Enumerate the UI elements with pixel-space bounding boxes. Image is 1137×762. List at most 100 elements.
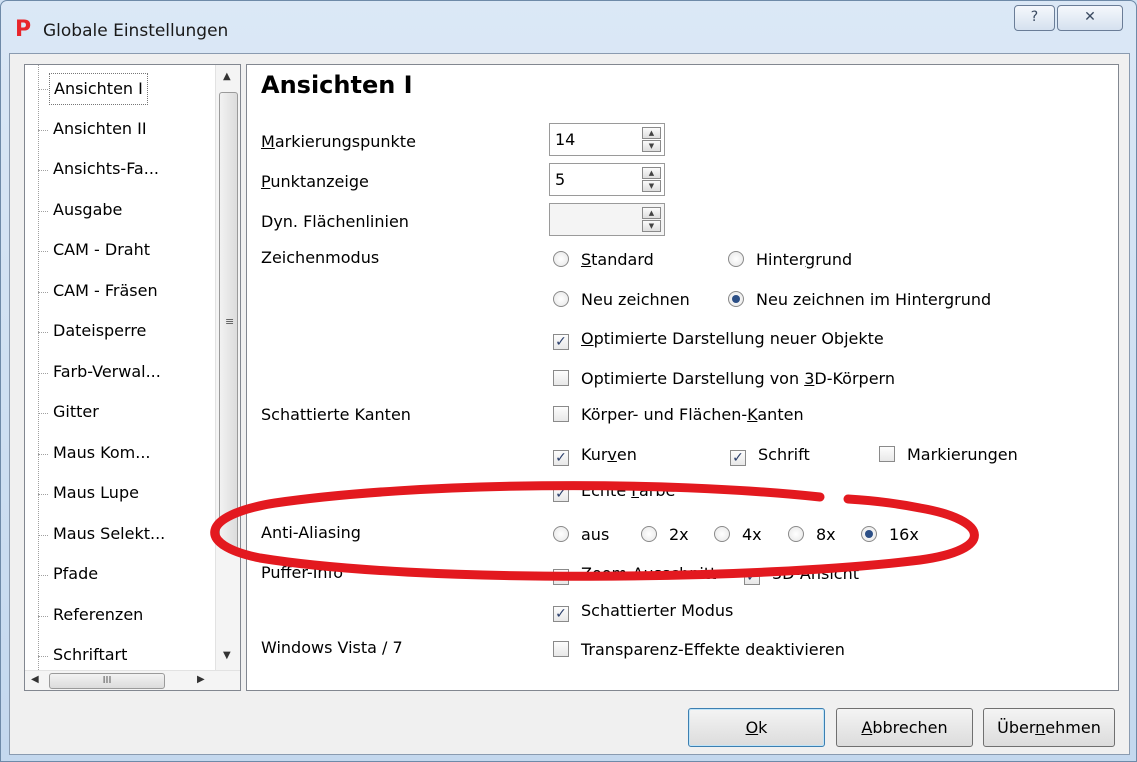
tree-guide-line bbox=[38, 210, 48, 212]
checkbox-zoom-ausschnitt[interactable]: ✓ Zoom-Ausschnitt bbox=[553, 564, 716, 585]
checkbox-icon[interactable] bbox=[553, 406, 569, 422]
markierungspunkte-value[interactable]: 14 bbox=[555, 130, 575, 149]
checkbox-optimierte-3d[interactable]: Optimierte Darstellung von 3D-Körpern bbox=[553, 369, 895, 388]
horizontal-scroll-thumb[interactable]: III bbox=[49, 673, 165, 689]
puffer-info-label: Puffer-Info bbox=[261, 563, 343, 582]
help-button[interactable]: ? bbox=[1014, 5, 1055, 31]
checkbox-echte-farbe[interactable]: ✓ Echte Farbe bbox=[553, 481, 675, 502]
app-logo-icon: P bbox=[15, 17, 32, 42]
punktanzeige-value[interactable]: 5 bbox=[555, 170, 565, 189]
radio-aa-16x[interactable]: 16x bbox=[861, 525, 919, 544]
tree-item[interactable]: Pfade bbox=[49, 559, 102, 591]
radio-selected-icon[interactable] bbox=[728, 291, 744, 307]
checkbox-checked-icon[interactable]: ✓ bbox=[553, 606, 569, 622]
tree-item[interactable]: Maus Selekt... bbox=[49, 519, 169, 551]
radio-icon[interactable] bbox=[728, 251, 744, 267]
checkbox-kurven[interactable]: ✓ Kurven bbox=[553, 445, 637, 466]
scroll-down-icon[interactable]: ▼ bbox=[223, 650, 231, 661]
anti-aliasing-label: Anti-Aliasing bbox=[261, 523, 361, 542]
tree-item[interactable]: Ansichten II bbox=[49, 114, 151, 146]
tree-vertical-scrollbar[interactable]: ▲ ≡ ▼ bbox=[215, 65, 240, 670]
apply-button[interactable]: Übernehmen bbox=[983, 708, 1115, 747]
spin-down-icon[interactable]: ▼ bbox=[642, 180, 661, 192]
radio-neu-zeichnen-hintergrund[interactable]: Neu zeichnen im Hintergrund bbox=[728, 290, 991, 309]
radio-aa-4x[interactable]: 4x bbox=[714, 525, 762, 544]
scroll-up-icon[interactable]: ▲ bbox=[223, 71, 231, 82]
radio-icon[interactable] bbox=[553, 251, 569, 267]
radio-neu-zeichnen[interactable]: Neu zeichnen bbox=[553, 290, 690, 309]
zeichenmodus-label: Zeichenmodus bbox=[261, 248, 380, 267]
checkbox-icon[interactable] bbox=[553, 641, 569, 657]
radio-icon[interactable] bbox=[714, 526, 730, 542]
ok-button[interactable]: Ok bbox=[688, 708, 825, 747]
tree-guide-line bbox=[38, 251, 48, 252]
tree-horizontal-scrollbar[interactable]: ◀ III ▶ bbox=[25, 670, 240, 690]
dialog-client: Ansichten I Ansichten II Ansichts-Fa... Aus… bbox=[9, 53, 1130, 755]
tree-item[interactable]: Schriftart bbox=[49, 640, 131, 670]
tree-guide-line bbox=[38, 372, 48, 374]
checkbox-checked-icon[interactable]: ✓ bbox=[744, 569, 760, 585]
radio-aa-aus[interactable]: aus bbox=[553, 525, 609, 544]
grip-icon: ≡ bbox=[225, 315, 235, 328]
checkbox-icon[interactable] bbox=[553, 370, 569, 386]
checkbox-checked-icon[interactable]: ✓ bbox=[553, 450, 569, 466]
tree-item[interactable]: Ansichts-Fa... bbox=[49, 154, 163, 186]
tree-item[interactable]: Ausgabe bbox=[49, 195, 126, 227]
tree-item[interactable]: Gitter bbox=[49, 397, 103, 429]
tree-guide-line bbox=[38, 332, 48, 333]
spin-down-icon[interactable]: ▼ bbox=[642, 220, 661, 232]
tree-guide-line bbox=[38, 453, 48, 455]
checkbox-schattierter-modus[interactable]: ✓ Schattierter Modus bbox=[553, 601, 733, 622]
flaechenlinien-spinner[interactable]: ▲ ▼ bbox=[549, 203, 665, 236]
vertical-scroll-thumb[interactable]: ≡ bbox=[219, 92, 238, 549]
checkbox-markierungen[interactable]: Markierungen bbox=[879, 445, 1018, 464]
radio-aa-8x[interactable]: 8x bbox=[788, 525, 836, 544]
close-button[interactable]: ✕ bbox=[1057, 5, 1123, 31]
grip-icon: III bbox=[102, 675, 112, 686]
radio-hintergrund[interactable]: Hintergrund bbox=[728, 250, 852, 269]
checkbox-checked-icon[interactable]: ✓ bbox=[553, 486, 569, 502]
radio-icon[interactable] bbox=[553, 526, 569, 542]
radio-icon[interactable] bbox=[553, 291, 569, 307]
spin-up-icon[interactable]: ▲ bbox=[642, 127, 661, 139]
tree-item[interactable]: Maus Lupe bbox=[49, 478, 143, 510]
tree-item[interactable]: CAM - Draht bbox=[49, 235, 154, 267]
tree-item[interactable]: Ansichten I bbox=[49, 73, 148, 105]
checkbox-checked-icon[interactable]: ✓ bbox=[553, 334, 569, 350]
spin-down-icon[interactable]: ▼ bbox=[642, 140, 661, 152]
tree-list: Ansichten I Ansichten II Ansichts-Fa... Aus… bbox=[25, 65, 215, 670]
radio-aa-2x[interactable]: 2x bbox=[641, 525, 689, 544]
tree-item[interactable]: Maus Kom... bbox=[49, 438, 155, 470]
window-title: Globale Einstellungen bbox=[43, 21, 229, 41]
tree-guide-line bbox=[38, 656, 48, 657]
spin-up-icon[interactable]: ▲ bbox=[642, 167, 661, 179]
settings-panel: Ansichten I Markierungspunkte 14 ▲ ▼ Punk… bbox=[246, 64, 1119, 691]
windows-vista-label: Windows Vista / 7 bbox=[261, 638, 403, 657]
cancel-button[interactable]: Abbrechen bbox=[836, 708, 973, 747]
markierungspunkte-spinner[interactable]: 14 ▲ ▼ bbox=[549, 123, 665, 156]
checkbox-schrift[interactable]: ✓ Schrift bbox=[730, 445, 810, 466]
tree-item[interactable]: Referenzen bbox=[49, 600, 147, 632]
tree-guide-line bbox=[38, 291, 48, 293]
radio-selected-icon[interactable] bbox=[861, 526, 877, 542]
tree-item[interactable]: CAM - Fräsen bbox=[49, 276, 162, 308]
checkbox-koerper-kanten[interactable]: Körper- und Flächen-Kanten bbox=[553, 405, 804, 424]
title-bar: P Globale Einstellungen ? ✕ bbox=[1, 1, 1136, 53]
radio-icon[interactable] bbox=[788, 526, 804, 542]
scroll-right-icon[interactable]: ▶ bbox=[197, 674, 205, 685]
spin-up-icon[interactable]: ▲ bbox=[642, 207, 661, 219]
punktanzeige-spinner[interactable]: 5 ▲ ▼ bbox=[549, 163, 665, 196]
checkbox-checked-icon[interactable]: ✓ bbox=[553, 569, 569, 585]
tree-item[interactable]: Farb-Verwal... bbox=[49, 357, 165, 389]
tree-guide-line bbox=[38, 494, 48, 495]
tree-guide-line bbox=[38, 413, 48, 414]
tree-item[interactable]: Dateisperre bbox=[49, 316, 150, 348]
scroll-left-icon[interactable]: ◀ bbox=[31, 674, 39, 685]
radio-standard[interactable]: Standard bbox=[553, 250, 654, 269]
checkbox-icon[interactable] bbox=[879, 446, 895, 462]
checkbox-3d-ansicht[interactable]: ✓ 3D-Ansicht bbox=[744, 564, 859, 585]
checkbox-transparenz[interactable]: Transparenz-Effekte deaktivieren bbox=[553, 640, 845, 659]
radio-icon[interactable] bbox=[641, 526, 657, 542]
checkbox-optimierte-neue[interactable]: ✓ Optimierte Darstellung neuer Objekte bbox=[553, 329, 884, 350]
checkbox-checked-icon[interactable]: ✓ bbox=[730, 450, 746, 466]
